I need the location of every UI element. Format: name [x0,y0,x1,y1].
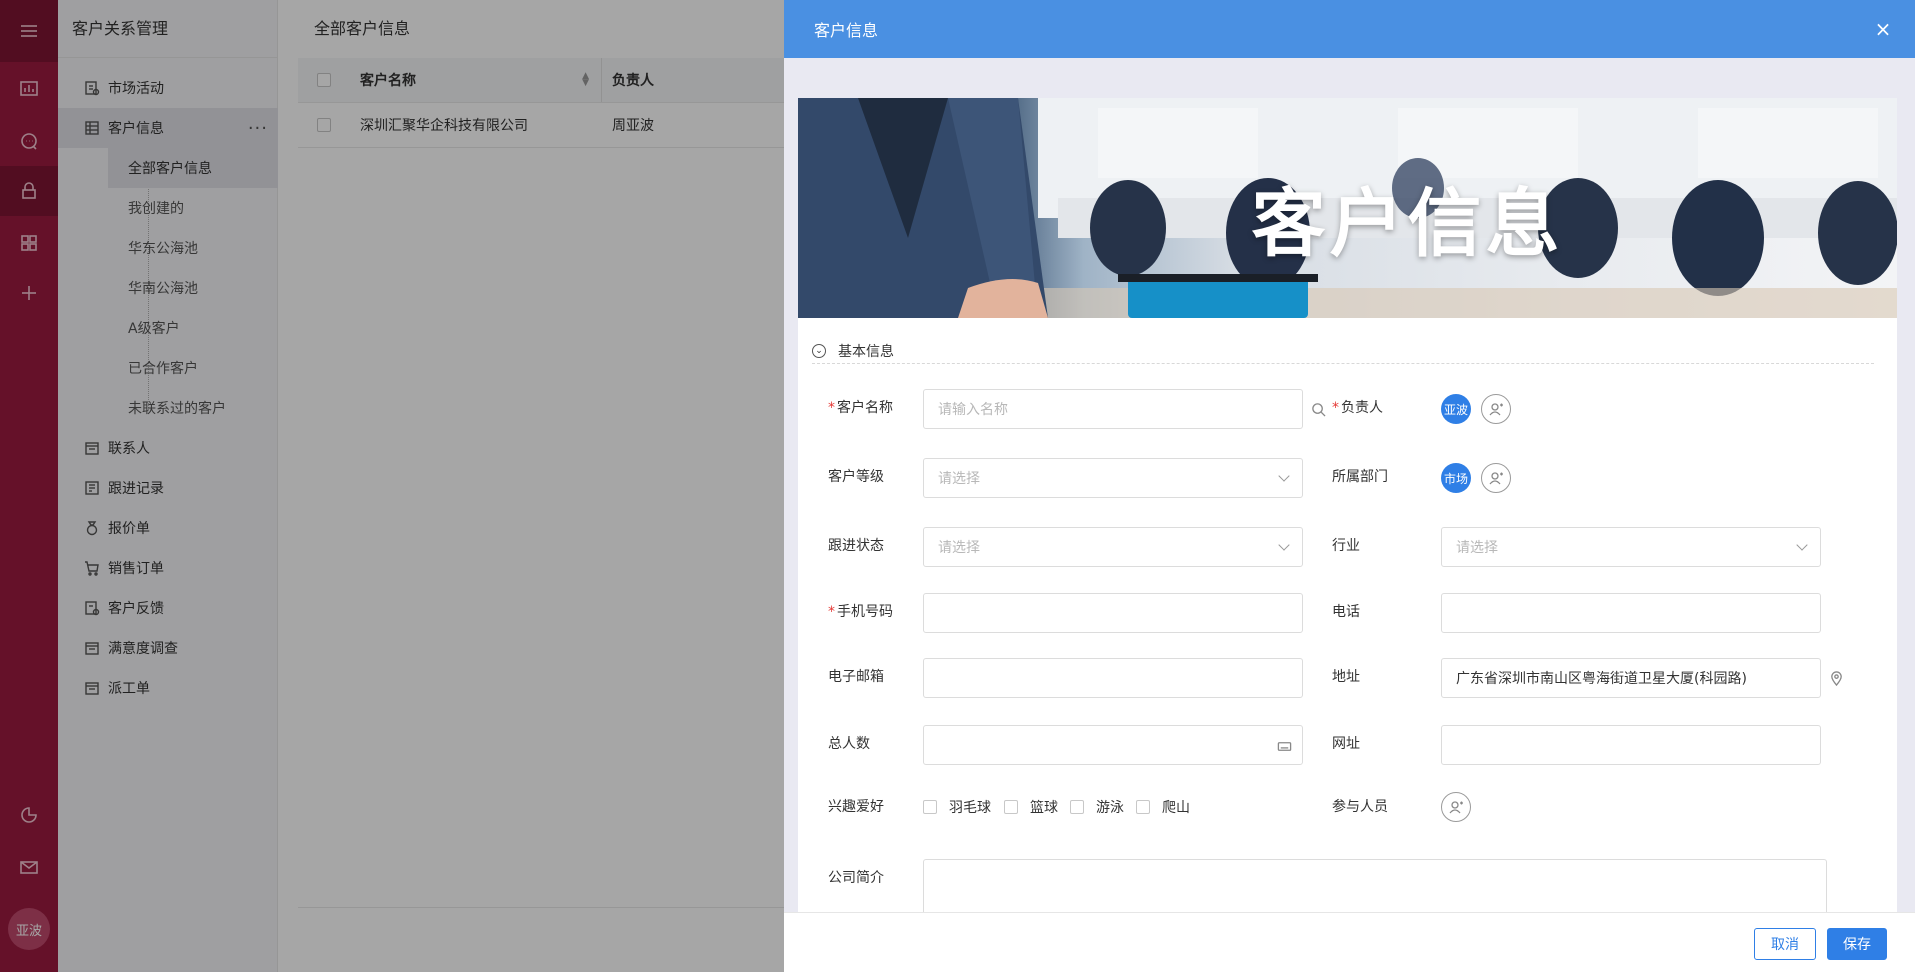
section-basic-info[interactable]: ⌄ 基本信息 [812,338,1874,364]
hobby-swimming[interactable]: 游泳 [1070,797,1124,817]
label-participants: 参与人员 [1332,799,1388,815]
hobby-basketball[interactable]: 篮球 [1004,797,1058,817]
checkbox [1004,800,1018,814]
department-chip[interactable]: 市场 [1441,463,1471,493]
hobby-climbing[interactable]: 爬山 [1136,797,1190,817]
label-industry: 行业 [1332,538,1360,554]
website-input[interactable] [1441,725,1821,765]
mobile-input[interactable] [923,593,1303,633]
location-pin-icon[interactable] [1828,670,1844,686]
follow-status-select[interactable]: 请选择 [923,527,1303,567]
drawer-header: 客户信息 × [784,0,1915,58]
checkbox [1070,800,1084,814]
owner-chip[interactable]: 亚波 [1441,394,1471,424]
checkbox [923,800,937,814]
add-participant-button[interactable] [1441,792,1471,822]
add-user-icon [1489,403,1503,416]
label-department: 所属部门 [1332,469,1388,485]
collapse-chevron-icon[interactable]: ⌄ [812,343,826,358]
level-select[interactable]: 请选择 [923,458,1303,498]
label-headcount: 总人数 [828,736,870,752]
headcount-input[interactable] [923,725,1303,765]
modal-overlay[interactable] [0,0,784,972]
label-email: 电子邮箱 [828,669,884,685]
label-customer-name: * 客户名称 [828,400,893,416]
banner-title: 客户信息 [1251,181,1564,267]
hobby-badminton[interactable]: 羽毛球 [923,797,991,817]
add-owner-button[interactable] [1481,394,1511,424]
drawer-footer: 取消 保存 [784,912,1915,972]
drawer-body: 客户信息 ⌄ 基本信息 * 客户名称 请输入名称 * 负责人 亚波 客户等级 请选择… [798,98,1897,912]
section-title: 基本信息 [838,343,894,360]
close-icon[interactable]: × [1871,17,1895,41]
intro-textarea[interactable] [923,859,1827,912]
label-follow-status: 跟进状态 [828,538,884,554]
search-icon[interactable] [1310,401,1326,417]
email-input[interactable] [923,658,1303,698]
add-department-button[interactable] [1481,463,1511,493]
cancel-button[interactable]: 取消 [1754,928,1816,960]
customer-name-input[interactable]: 请输入名称 [923,389,1303,429]
customer-drawer: 客户信息 × 客户信息 ⌄ 基本信息 * 客户名称 请输入名称 * 负责人 亚波… [784,0,1915,972]
add-user-icon [1489,472,1503,485]
industry-select[interactable]: 请选择 [1441,527,1821,567]
add-user-icon [1449,801,1463,814]
banner-image: 客户信息 [798,98,1897,318]
chevron-down-icon [1278,470,1290,482]
keyboard-icon [1276,738,1292,754]
phone-input[interactable] [1441,593,1821,633]
save-button[interactable]: 保存 [1827,928,1887,960]
label-phone: 电话 [1332,604,1360,620]
checkbox [1136,800,1150,814]
chevron-down-icon [1796,539,1808,551]
chevron-down-icon [1278,539,1290,551]
label-address: 地址 [1332,669,1360,685]
label-mobile: * 手机号码 [828,604,893,620]
label-level: 客户等级 [828,469,884,485]
drawer-title: 客户信息 [814,21,879,40]
address-input[interactable]: 广东省深圳市南山区粤海街道卫星大厦(科园路) [1441,658,1821,698]
label-intro: 公司简介 [828,870,884,886]
label-website: 网址 [1332,736,1360,752]
label-owner: * 负责人 [1332,400,1383,416]
label-hobbies: 兴趣爱好 [828,799,884,815]
